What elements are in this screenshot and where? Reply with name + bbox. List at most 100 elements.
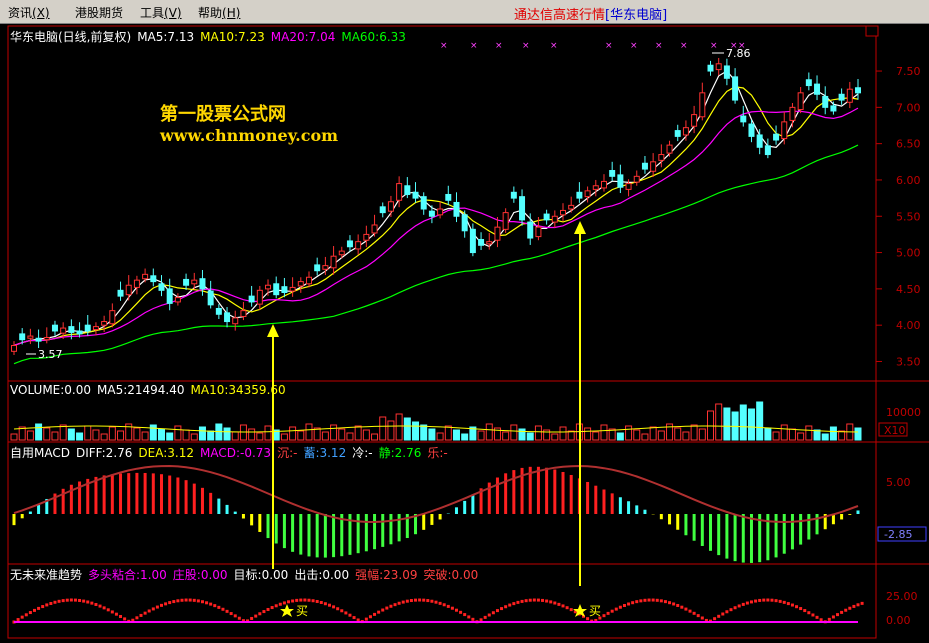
volume-bar: [372, 434, 378, 440]
trend-dot: [369, 615, 372, 618]
chart-area[interactable]: ×××××××××××× 7.507.006.506.005.505.004.5…: [0, 24, 929, 640]
macd-bar: [267, 514, 270, 538]
trend-dot: [811, 613, 814, 616]
volume-bar: [183, 430, 189, 440]
price-y-tick: 7.50: [896, 65, 921, 78]
volume-bar: [36, 424, 42, 440]
menu-item-tools[interactable]: 工具(V): [140, 4, 182, 21]
trend-dot: [320, 601, 323, 604]
volume-bar: [773, 432, 779, 440]
macd-title: 自用MACD: [10, 446, 70, 460]
trend-dot: [746, 602, 749, 605]
trend-dot: [553, 602, 556, 605]
candle-body: [724, 66, 729, 78]
macd-bar: [627, 501, 630, 514]
trend-dot: [525, 599, 528, 602]
trend-dot: [25, 613, 28, 616]
vol-ma10: MA10:34359.60: [191, 383, 286, 397]
volume-bar: [699, 429, 705, 440]
candle-body: [380, 207, 385, 213]
volume-bar: [199, 427, 205, 440]
candle-body: [470, 229, 475, 252]
menu-item-help[interactable]: 帮助(H): [198, 4, 240, 21]
candle-body: [274, 284, 279, 295]
macd-bar: [119, 474, 122, 514]
volume-bar: [363, 430, 369, 440]
macd-bar: [562, 472, 565, 514]
trend-dot: [303, 599, 306, 602]
trend-dot: [209, 603, 212, 606]
macd-bar: [103, 475, 106, 514]
macd-bar: [660, 514, 663, 519]
candle-body: [429, 211, 434, 216]
trend-dot: [267, 608, 270, 611]
macd-chen: 沉:-: [277, 446, 297, 460]
volume-bar: [77, 433, 83, 440]
trend-dot: [627, 602, 630, 605]
menu-item-hk-futures[interactable]: 港股期货: [75, 4, 123, 21]
trend-dot: [451, 607, 454, 610]
trend-dot: [660, 599, 663, 602]
volume-bar: [421, 425, 427, 440]
volume-bar: [527, 433, 533, 440]
price-y-tick: 4.00: [896, 319, 921, 332]
trend-dot: [648, 599, 651, 602]
macd-bar: [357, 514, 360, 553]
ma20-label: MA20:7.04: [271, 30, 336, 44]
trend-dot: [537, 599, 540, 602]
trend-dot: [750, 600, 753, 603]
volume-bar: [585, 428, 591, 440]
macd-jing: 静:2.76: [379, 446, 422, 460]
macd-bar: [299, 514, 302, 555]
macd-bar: [13, 514, 16, 525]
trend-dot: [463, 613, 466, 616]
candle-body: [200, 279, 205, 289]
volume-bar: [552, 434, 558, 440]
trend-dot: [467, 615, 470, 618]
trend-dot: [33, 609, 36, 612]
volume-bar: [249, 429, 255, 440]
trend-dot: [729, 608, 732, 611]
buy-signal-2: 买: [573, 604, 601, 618]
macd-bar: [258, 514, 261, 532]
candle-body: [561, 210, 566, 214]
volume-bar: [175, 426, 181, 440]
trend-dot: [766, 599, 769, 602]
ma20-line: [14, 108, 858, 345]
volume-bar: [708, 411, 714, 440]
trend-dot: [787, 602, 790, 605]
candle-body: [208, 291, 213, 305]
candle-body: [102, 322, 107, 326]
macd-bar: [291, 514, 294, 552]
trend-dot: [262, 610, 265, 613]
macd-bar: [185, 480, 188, 514]
volume-bar: [437, 433, 443, 440]
trend-dot: [480, 618, 483, 621]
volume-bar: [167, 433, 173, 440]
trend-dot: [402, 601, 405, 604]
volume-bar: [257, 433, 263, 440]
macd-leng: 冷:-: [352, 446, 372, 460]
menu-item-news[interactable]: 资讯(X): [8, 4, 50, 21]
trend-dot: [471, 618, 474, 621]
trend-dot: [717, 615, 720, 618]
trend-dot: [234, 614, 237, 617]
candle-body: [143, 274, 148, 278]
volume-bar: [265, 426, 271, 440]
trend-dot: [861, 602, 864, 605]
macd-bar: [709, 514, 712, 551]
stock-title: 华东电脑(日线,前复权): [10, 30, 131, 44]
ma5-label: MA5:7.13: [137, 30, 194, 44]
macd-bar: [619, 497, 622, 514]
chart-svg[interactable]: ×××××××××××× 7.507.006.506.005.505.004.5…: [0, 24, 929, 640]
macd-bar: [37, 505, 40, 514]
volume-bar: [560, 427, 566, 440]
candle-body: [306, 277, 311, 284]
volume-bar: [855, 428, 861, 440]
trend-dot: [738, 604, 741, 607]
candle-body: [151, 276, 156, 282]
volume-bar: [380, 417, 386, 440]
candle-body: [798, 93, 803, 110]
volume-bar: [519, 429, 525, 440]
trend-dot: [144, 612, 147, 615]
